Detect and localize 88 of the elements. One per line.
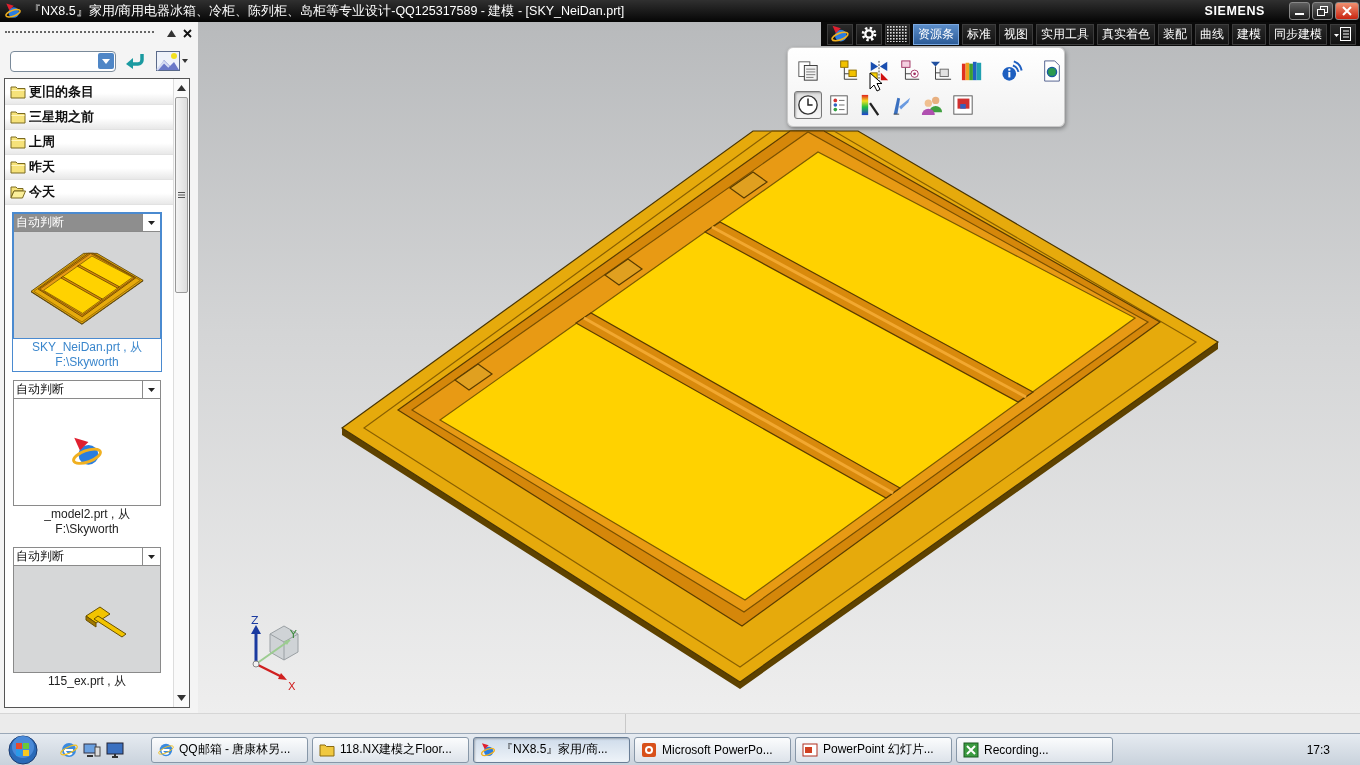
mouse-cursor-icon: [869, 72, 882, 92]
scrollbar-track[interactable]: [173, 79, 189, 707]
users-icon: [921, 94, 943, 116]
color-spectrum-icon: [859, 94, 881, 116]
grip-icon: [178, 192, 185, 198]
slide-icon: [802, 741, 818, 758]
filter-combobox[interactable]: 自动判断: [14, 548, 160, 566]
toolbar-button[interactable]: [855, 23, 882, 45]
globe-arrow-icon: [4, 2, 22, 20]
globe-arrow-icon: [480, 741, 496, 758]
globe-arrow-icon: [829, 24, 850, 44]
info-signal-icon: [1001, 60, 1023, 82]
restore-button[interactable]: [1312, 2, 1333, 20]
taskbar-clock[interactable]: 17:3: [1306, 742, 1330, 757]
documents-icon: [797, 60, 819, 82]
taskbar-button[interactable]: QQ邮箱 - 唐康林另...: [151, 736, 308, 763]
file-caption: SKY_NeiDan.prt , 从 F:\Skyworth: [30, 339, 143, 371]
view-cube-drawing: [269, 625, 299, 661]
arrow-tree-icon: [930, 60, 952, 82]
restore-icon: [1317, 6, 1328, 16]
taskbar-button[interactable]: PowerPoint 幻灯片...: [795, 736, 952, 763]
tool-button[interactable]: [794, 91, 822, 119]
presentation-icon: [641, 741, 657, 758]
axis-label: Y: [290, 628, 297, 641]
part-tree-icon: [837, 60, 859, 82]
dot-grid-icon: [887, 26, 908, 42]
dropdown-arrow-icon: [148, 387, 155, 392]
close-button[interactable]: [1335, 2, 1359, 20]
globe-page-icon: [1041, 60, 1063, 82]
graphics-viewport[interactable]: Z Y X 资源条 标准 视图 实用工具 真实着色 装配 曲线 建模 同步建模: [198, 22, 1360, 713]
close-icon: [1342, 6, 1352, 16]
taskbar-button[interactable]: Recording...: [956, 736, 1113, 763]
axis-label: X: [288, 680, 296, 692]
latch-clip: [603, 258, 644, 286]
dropdown-arrow-icon[interactable]: [182, 59, 188, 63]
monitor-icon[interactable]: [106, 740, 124, 759]
history-combobox[interactable]: [10, 50, 116, 72]
axis-label: Z: [251, 616, 259, 627]
toolbar-tab[interactable]: 视图: [999, 23, 1034, 45]
toolbar-button[interactable]: [884, 23, 911, 45]
toolbar-tab[interactable]: 同步建模: [1269, 23, 1328, 45]
bulleted-page-icon: [828, 94, 850, 116]
file-caption: 115_ex.prt , 从: [47, 673, 127, 690]
toolbar-tab[interactable]: 实用工具: [1036, 23, 1095, 45]
filter-combobox[interactable]: 自动判断: [14, 381, 160, 399]
clock-icon: [797, 94, 819, 116]
toolbar-tab[interactable]: 资源条: [913, 23, 960, 45]
toolbar-tab[interactable]: 建模: [1232, 23, 1267, 45]
scrollbar-thumb[interactable]: [175, 97, 188, 293]
toolbar-tab[interactable]: 曲线: [1195, 23, 1230, 45]
dropdown-arrow-icon: [148, 554, 155, 559]
z-axis-arrow: [251, 625, 261, 664]
window-title: 『NX8.5』家用/商用电器冰箱、冷柜、陈列柜、岛柜等专业设计-QQ125317589 - 建模 - [SKY_NeiDan.prt]: [28, 2, 625, 20]
latch-clip: [453, 363, 494, 391]
books-icon: [961, 60, 983, 82]
file-caption: _model2.prt , 从 F:\Skyworth: [43, 506, 131, 538]
toolbar-tab[interactable]: 标准: [962, 23, 997, 45]
node-tree-icon: [899, 60, 921, 82]
toolbar-tab[interactable]: 真实着色: [1097, 23, 1156, 45]
x-axis-arrow: [252, 660, 287, 680]
picture-icon[interactable]: [156, 51, 180, 71]
e-globe-icon: [158, 741, 174, 758]
desktop-icon[interactable]: [83, 740, 101, 759]
folder-icon: [319, 741, 335, 758]
scroll-up-arrow-icon[interactable]: [177, 85, 186, 91]
scroll-down-arrow-icon[interactable]: [177, 695, 186, 701]
x-document-icon: [963, 741, 979, 758]
toolbar-button[interactable]: [1330, 23, 1356, 45]
close-icon[interactable]: [183, 28, 192, 38]
bracket-part-drawing: [85, 606, 127, 638]
minimize-button[interactable]: [1289, 2, 1310, 20]
drag-handle[interactable]: [5, 31, 154, 35]
toolbar-button[interactable]: [827, 23, 853, 45]
e-globe-icon[interactable]: [60, 740, 78, 759]
minimize-icon: [1295, 13, 1304, 15]
latch-clip: [728, 171, 769, 199]
taskbar-button[interactable]: 『NX8.5』家用/商...: [473, 736, 630, 763]
taskbar-button[interactable]: 118.NX建模之Floor...: [312, 736, 469, 763]
toolbar-tab[interactable]: 装配: [1158, 23, 1193, 45]
collapse-icon[interactable]: [167, 29, 176, 37]
recent-file-card[interactable]: 自动判断 SKY_NeiDan.prt , 从 F:\Skyworth: [12, 212, 162, 372]
dropdown-arrow-icon: [148, 220, 155, 225]
settings-icon: [860, 26, 877, 42]
picture-frame-icon: [952, 94, 974, 116]
taskbar-button[interactable]: Microsoft PowerPo...: [634, 736, 791, 763]
brand-name: SIEMENS: [1204, 4, 1265, 18]
curved-arrow-icon[interactable]: [124, 52, 146, 70]
menu-icon: [1334, 26, 1353, 42]
